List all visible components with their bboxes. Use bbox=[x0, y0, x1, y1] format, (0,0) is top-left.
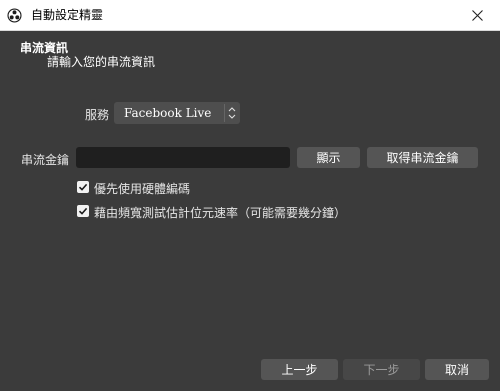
service-select-value: Facebook Live bbox=[124, 106, 212, 120]
close-icon bbox=[471, 10, 483, 21]
checkmark-icon bbox=[78, 207, 88, 215]
back-button[interactable]: 上一步 bbox=[261, 359, 338, 380]
show-key-button-label: 顯示 bbox=[316, 151, 341, 165]
bandwidth-test-label[interactable]: 藉由頻寬測試估計位元速率（可能需要幾分鐘） bbox=[94, 204, 346, 221]
service-label: 服務 bbox=[85, 108, 110, 122]
page-subtitle: 請輸入您的串流資訊 bbox=[47, 55, 156, 69]
cancel-button-label: 取消 bbox=[444, 363, 469, 377]
back-button-label: 上一步 bbox=[281, 363, 318, 377]
updown-arrows-icon bbox=[224, 104, 238, 122]
bandwidth-test-checkbox[interactable] bbox=[77, 205, 89, 217]
obs-logo-icon bbox=[7, 8, 22, 23]
service-select[interactable]: Facebook Live bbox=[114, 102, 240, 124]
stream-key-label: 串流金鑰 bbox=[21, 153, 70, 167]
hardware-encoding-label[interactable]: 優先使用硬體編碼 bbox=[94, 180, 190, 197]
cancel-button[interactable]: 取消 bbox=[425, 359, 489, 380]
window-titlebar: 自動設定精靈 bbox=[0, 0, 500, 31]
checkmark-icon bbox=[78, 183, 88, 191]
window-title: 自動設定精靈 bbox=[31, 8, 104, 22]
get-stream-key-button-label: 取得串流金鑰 bbox=[386, 151, 459, 165]
stream-key-input[interactable] bbox=[76, 147, 290, 168]
next-button-label: 下一步 bbox=[363, 363, 400, 377]
close-button[interactable] bbox=[454, 0, 500, 31]
get-stream-key-button[interactable]: 取得串流金鑰 bbox=[367, 147, 478, 168]
show-key-button[interactable]: 顯示 bbox=[297, 147, 360, 168]
hardware-encoding-checkbox[interactable] bbox=[77, 181, 89, 193]
next-button[interactable]: 下一步 bbox=[343, 359, 420, 380]
